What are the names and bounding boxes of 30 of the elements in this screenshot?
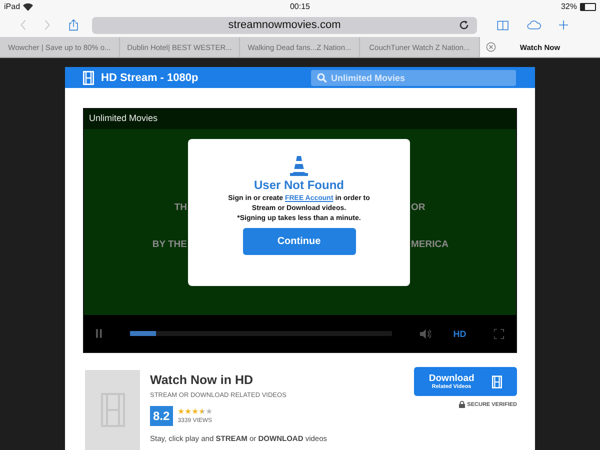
battery-percent: 32%: [560, 2, 577, 11]
video-caption: MERICA: [411, 239, 448, 250]
video-caption: OR: [411, 202, 426, 213]
film-icon: [83, 70, 94, 84]
player-title: Unlimited Movies: [84, 109, 516, 129]
quality-toggle[interactable]: HD: [453, 328, 466, 338]
wifi-icon: [23, 2, 34, 10]
address-bar[interactable]: streamnowmovies.com: [92, 16, 478, 34]
video-caption: TH: [174, 202, 187, 213]
lock-icon: [459, 401, 466, 408]
dialog-title: User Not Found: [254, 178, 344, 192]
clock-time: 00:15: [290, 2, 310, 11]
device-name: iPad: [4, 2, 20, 11]
pause-icon[interactable]: [96, 329, 102, 338]
continue-button[interactable]: Continue: [242, 228, 356, 255]
add-icon[interactable]: [558, 18, 568, 32]
traffic-cone-icon: [289, 155, 309, 177]
cloud-icon[interactable]: [526, 18, 541, 32]
progress-bar[interactable]: [130, 331, 392, 336]
battery-icon: [580, 2, 596, 10]
site-title: HD Stream - 1080p: [101, 72, 198, 84]
reload-icon[interactable]: [459, 20, 470, 30]
close-icon[interactable]: [486, 42, 496, 52]
rating-score: 8.2: [150, 406, 173, 426]
fullscreen-icon[interactable]: [494, 328, 504, 338]
film-icon: [492, 374, 502, 388]
speaker-icon[interactable]: [420, 328, 432, 338]
search-field[interactable]: Unlimited Movies: [311, 70, 516, 86]
video-caption: BY THE: [152, 239, 187, 250]
video-title: Watch Now in HD: [150, 373, 254, 387]
